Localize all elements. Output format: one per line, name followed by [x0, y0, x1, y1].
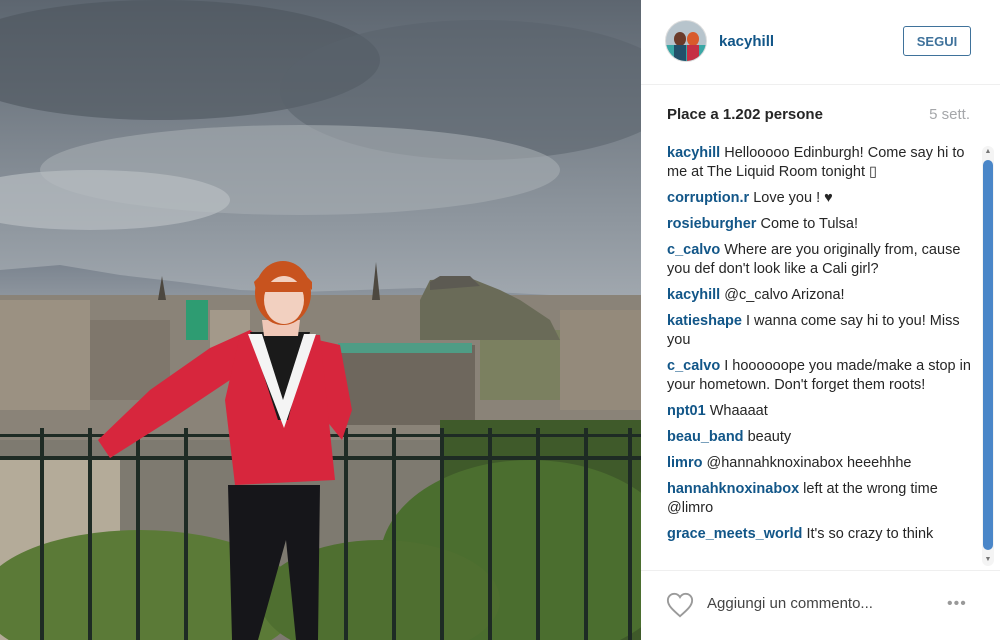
- scrollbar-thumb[interactable]: [983, 160, 993, 550]
- comment-item: katieshape I wanna come say hi to you! M…: [667, 312, 979, 350]
- post-photo[interactable]: [0, 0, 641, 640]
- comment-item: npt01 Whaaaat: [667, 402, 979, 421]
- comment-username[interactable]: limro: [667, 455, 702, 471]
- comment-text: Come to Tulsa!: [760, 216, 858, 232]
- comment-username[interactable]: katieshape: [667, 313, 742, 329]
- comment-item: beau_band beauty: [667, 428, 979, 447]
- post-sidebar: kacyhill SEGUI Place a 1.202 persone 5 s…: [641, 0, 1000, 640]
- follow-button[interactable]: SEGUI: [903, 26, 971, 56]
- comment-item: corruption.r Love you ! ♥: [667, 189, 979, 208]
- comment-item: c_calvo I hoooooope you made/make a stop…: [667, 357, 979, 395]
- comment-username[interactable]: c_calvo: [667, 358, 720, 374]
- comment-username[interactable]: npt01: [667, 403, 706, 419]
- post-timestamp[interactable]: 5 sett.: [929, 106, 970, 123]
- comment-item: limro @hannahknoxinabox heeehhhe: [667, 454, 979, 473]
- comment-item: kacyhill @c_calvo Arizona!: [667, 286, 979, 305]
- comment-text: @hannahknoxinabox heeehhhe: [706, 455, 912, 471]
- comment-username[interactable]: beau_band: [667, 429, 744, 445]
- comment-username[interactable]: c_calvo: [667, 242, 720, 258]
- likes-count[interactable]: Place a 1.202 persone: [667, 106, 823, 123]
- add-comment-input[interactable]: Aggiungi un commento...: [707, 595, 873, 612]
- comment-text: beauty: [747, 429, 792, 445]
- comment-username[interactable]: hannahknoxinabox: [667, 481, 799, 497]
- comments-list: kacyhill Hellooooo Edinburgh! Come say h…: [667, 144, 979, 568]
- heart-icon[interactable]: [665, 591, 695, 619]
- comment-item: rosieburgher Come to Tulsa!: [667, 215, 979, 234]
- avatar[interactable]: [665, 20, 707, 62]
- scroll-down-arrow-icon[interactable]: ▼: [982, 554, 994, 566]
- comment-username[interactable]: kacyhill: [667, 287, 720, 303]
- post-username[interactable]: kacyhill: [719, 33, 774, 50]
- comment-username[interactable]: kacyhill: [667, 145, 720, 161]
- comment-username[interactable]: rosieburgher: [667, 216, 756, 232]
- comments-scrollbar[interactable]: ▲ ▼: [982, 146, 994, 566]
- comment-item: kacyhill Hellooooo Edinburgh! Come say h…: [667, 144, 979, 182]
- scroll-up-arrow-icon[interactable]: ▲: [982, 146, 994, 158]
- more-options-icon[interactable]: •••: [947, 595, 967, 613]
- comment-text: Love you ! ♥: [753, 190, 833, 206]
- avatar-image: [666, 21, 706, 61]
- post-footer: Aggiungi un commento... •••: [641, 570, 1000, 641]
- comment-item: grace_meets_world It's so crazy to think: [667, 525, 979, 544]
- comment-item: c_calvo Where are you originally from, c…: [667, 241, 979, 279]
- comment-username[interactable]: grace_meets_world: [667, 526, 802, 542]
- comment-text: It's so crazy to think: [806, 526, 934, 542]
- photo-image: [0, 0, 641, 640]
- post-header: kacyhill SEGUI: [641, 0, 1000, 85]
- comment-item: hannahknoxinabox left at the wrong time …: [667, 480, 979, 518]
- comment-text: Whaaaat: [709, 403, 768, 419]
- comment-username[interactable]: corruption.r: [667, 190, 749, 206]
- comment-text: @c_calvo Arizona!: [724, 287, 845, 303]
